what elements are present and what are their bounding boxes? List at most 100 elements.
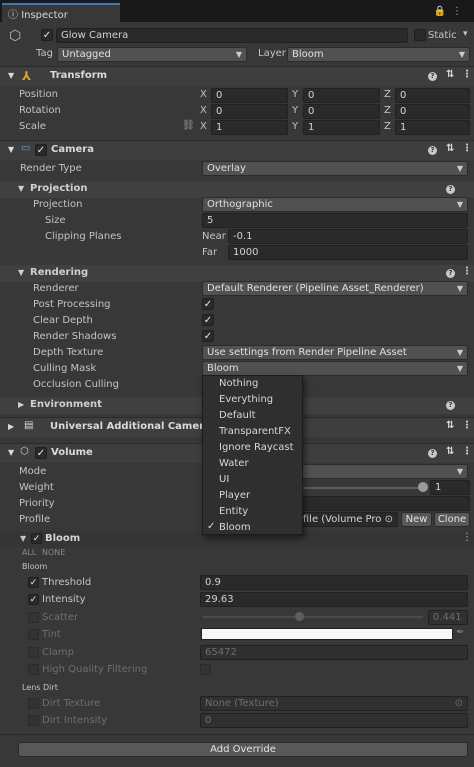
render-type-dropdown[interactable]: Overlay ▼ (202, 161, 468, 176)
volume-enabled-checkbox[interactable]: ✓ (35, 447, 47, 459)
far-field[interactable]: 1000 (228, 245, 468, 260)
dirt-texture-override-checkbox[interactable] (28, 698, 39, 709)
dirt-texture-field[interactable]: None (Texture) ⊙ (200, 696, 468, 711)
intensity-override-checkbox[interactable]: ✓ (28, 594, 39, 605)
dirt-intensity-override-checkbox[interactable] (28, 715, 39, 726)
rotation-label: Rotation (19, 105, 61, 116)
render-shadows-checkbox[interactable]: ✓ (202, 330, 214, 342)
tag-dropdown[interactable]: Untagged ▼ (57, 47, 247, 62)
renderer-label: Renderer (33, 283, 79, 294)
kebab-menu-icon[interactable]: ⋮ (462, 532, 472, 543)
scatter-slider-track[interactable] (203, 616, 423, 618)
clamp-field[interactable]: 65472 (200, 645, 468, 660)
threshold-label: Threshold (42, 577, 92, 588)
none-toggle[interactable]: NONE (42, 548, 65, 557)
scatter-slider-thumb[interactable] (295, 612, 304, 621)
bloom-title: Bloom (45, 533, 81, 544)
renderer-dropdown[interactable]: Default Renderer (Pipeline Asset_Rendere… (202, 281, 468, 296)
projection-dropdown[interactable]: Orthographic ▼ (202, 197, 468, 212)
kebab-menu-icon[interactable]: ⋮ (462, 266, 472, 277)
menu-item-transparentfx[interactable]: TransparentFX (219, 426, 291, 437)
scale-x[interactable]: 1 (211, 120, 288, 135)
menu-item-entity[interactable]: Entity (219, 506, 248, 517)
priority-label: Priority (19, 498, 55, 509)
kebab-menu-icon[interactable]: ⋮ (462, 446, 472, 457)
camera-header[interactable]: ▼ ▭ ✓ Camera ? ⇅ ⋮ (0, 140, 474, 160)
inspector-icon: ⓘ (8, 10, 22, 21)
position-z[interactable]: 0 (395, 88, 470, 103)
hq-filtering-override-checkbox[interactable] (28, 664, 39, 675)
object-active-checkbox[interactable]: ✓ (41, 29, 53, 41)
size-field[interactable]: 5 (202, 213, 468, 228)
layer-label: Layer (258, 48, 286, 59)
rotation-x[interactable]: 0 (211, 104, 288, 119)
clone-button[interactable]: Clone (434, 512, 470, 527)
size-label: Size (45, 215, 66, 226)
menu-item-ignore-raycast[interactable]: Ignore Raycast (219, 442, 294, 453)
volume-title: Volume (51, 447, 93, 458)
position-x[interactable]: 0 (211, 88, 288, 103)
help-icon: ? (446, 185, 455, 194)
kebab-menu-icon[interactable]: ⋮ (462, 69, 472, 80)
tint-override-checkbox[interactable] (28, 629, 39, 640)
bloom-active-checkbox[interactable]: ✓ (31, 533, 42, 544)
transform-icon: ⅄ (22, 69, 32, 83)
scatter-override-checkbox[interactable] (28, 612, 39, 623)
weight-field[interactable]: 1 (430, 480, 470, 495)
presets-icon[interactable]: ⇅ (446, 143, 454, 154)
projection-header[interactable]: ▼ Projection ? (0, 181, 474, 198)
hq-filtering-checkbox[interactable] (200, 664, 211, 675)
rotation-y[interactable]: 0 (303, 104, 380, 119)
clipping-planes-label: Clipping Planes (45, 231, 122, 242)
scale-y[interactable]: 1 (303, 120, 380, 135)
tab-lock-icon[interactable]: 🔒⋮ (434, 6, 468, 17)
clear-depth-checkbox[interactable]: ✓ (202, 314, 214, 326)
link-icon[interactable]: ⛓ (182, 120, 195, 131)
menu-item-ui[interactable]: UI (219, 474, 229, 485)
foldout-open-icon: ▼ (8, 145, 15, 154)
camera-enabled-checkbox[interactable]: ✓ (35, 144, 47, 156)
intensity-label: Intensity (42, 594, 86, 605)
threshold-field[interactable]: 0.9 (200, 575, 468, 590)
depth-texture-dropdown[interactable]: Use settings from Render Pipeline Asset ▼ (202, 345, 468, 360)
tint-color-swatch[interactable] (201, 628, 453, 640)
transform-header[interactable]: ▼ ⅄ Transform ? ⇅ ⋮ (0, 66, 474, 86)
menu-item-nothing[interactable]: Nothing (219, 378, 258, 389)
presets-icon[interactable]: ⇅ (446, 446, 454, 457)
culling-mask-dropdown[interactable]: Bloom ▼ (202, 361, 468, 376)
scale-z[interactable]: 1 (395, 120, 470, 135)
kebab-menu-icon[interactable]: ⋮ (462, 143, 472, 154)
add-override-button[interactable]: Add Override (18, 742, 468, 757)
position-label: Position (19, 89, 58, 100)
menu-item-everything[interactable]: Everything (219, 394, 273, 405)
static-dropdown-icon[interactable]: ▾ (463, 29, 468, 39)
scatter-field[interactable]: 0.441 (428, 610, 468, 625)
intensity-field[interactable]: 29.63 (200, 592, 468, 607)
threshold-override-checkbox[interactable]: ✓ (28, 577, 39, 588)
object-name-field[interactable]: Glow Camera (56, 28, 408, 43)
help-icon: ? (428, 146, 437, 155)
menu-item-default[interactable]: Default (219, 410, 256, 421)
chevron-down-icon: ▼ (235, 50, 242, 59)
menu-item-player[interactable]: Player (219, 490, 250, 501)
kebab-menu-icon[interactable]: ⋮ (462, 420, 472, 431)
rendering-header[interactable]: ▼ Rendering ? ⋮ (0, 265, 474, 282)
presets-icon[interactable]: ⇅ (446, 420, 454, 431)
weight-slider-thumb[interactable] (418, 482, 428, 492)
menu-item-water[interactable]: Water (219, 458, 249, 469)
presets-icon[interactable]: ⇅ (446, 69, 454, 80)
static-checkbox[interactable] (414, 29, 426, 41)
all-toggle[interactable]: ALL (22, 548, 36, 557)
clamp-override-checkbox[interactable] (28, 647, 39, 658)
tab-inspector[interactable]: ⓘ Inspector (2, 3, 120, 22)
rotation-z[interactable]: 0 (395, 104, 470, 119)
menu-item-bloom[interactable]: Bloom (219, 522, 251, 533)
layer-dropdown[interactable]: Bloom ▼ (287, 47, 470, 62)
volume-cube-icon: ⬡ (20, 446, 29, 457)
eyedropper-icon[interactable]: ✒ (456, 627, 464, 638)
near-field[interactable]: -0.1 (228, 229, 468, 244)
post-processing-checkbox[interactable]: ✓ (202, 298, 214, 310)
new-button[interactable]: New (401, 512, 432, 527)
dirt-intensity-field[interactable]: 0 (200, 713, 468, 728)
position-y[interactable]: 0 (303, 88, 380, 103)
